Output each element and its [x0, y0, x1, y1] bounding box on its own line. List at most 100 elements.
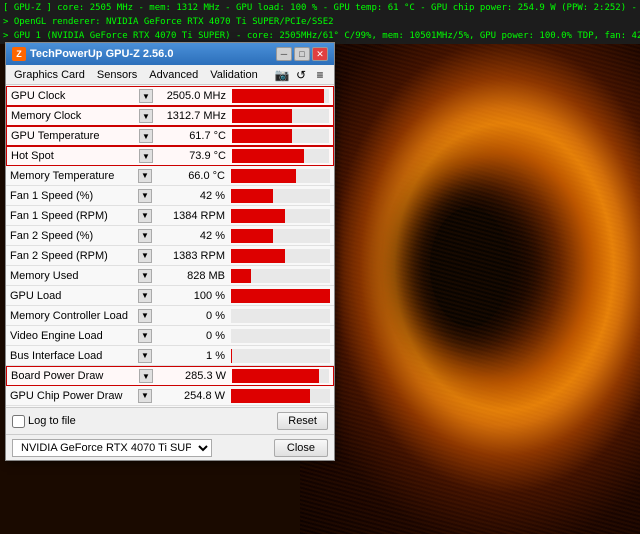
- sensor-name: GPU Chip Power Draw: [8, 390, 138, 402]
- title-bar: Z TechPowerUp GPU-Z 2.56.0 ─ □ ✕: [6, 43, 334, 65]
- menu-validation[interactable]: Validation: [204, 68, 264, 82]
- log-to-file-group: Log to file: [12, 415, 76, 428]
- sensor-bar-container: [231, 249, 330, 263]
- sensor-name: Board Power Draw: [9, 370, 139, 382]
- sensor-value: 42 %: [154, 190, 229, 202]
- camera-icon[interactable]: 📷: [274, 67, 290, 83]
- sensor-row: Memory Controller Load▼0 %: [6, 306, 334, 326]
- minimize-button[interactable]: ─: [276, 47, 292, 61]
- sensor-bar-container: [232, 149, 329, 163]
- sensor-bar-container: [231, 209, 330, 223]
- sensor-row: Fan 1 Speed (%)▼42 %: [6, 186, 334, 206]
- sensor-bar-fill: [231, 229, 273, 243]
- sensor-bar-fill: [232, 149, 304, 163]
- sensors-container: GPU Clock▼2505.0 MHzMemory Clock▼1312.7 …: [6, 85, 334, 407]
- menu-icon-group: 📷 ↺ ≡: [274, 67, 332, 83]
- sensor-row: Fan 2 Speed (%)▼42 %: [6, 226, 334, 246]
- sensor-bar-container: [232, 369, 329, 383]
- log-to-file-label: Log to file: [28, 415, 76, 427]
- sensor-bar-container: [231, 309, 330, 323]
- sensor-dropdown-arrow[interactable]: ▼: [139, 149, 153, 163]
- reset-button[interactable]: Reset: [277, 412, 328, 430]
- gpu-bar: NVIDIA GeForce RTX 4070 Ti SUPER Close: [6, 434, 334, 460]
- main-window: Z TechPowerUp GPU-Z 2.56.0 ─ □ ✕ Graphic…: [5, 42, 335, 461]
- sensor-dropdown-arrow[interactable]: ▼: [138, 329, 152, 343]
- sensor-name: Fan 1 Speed (RPM): [8, 210, 138, 222]
- menu-sensors[interactable]: Sensors: [91, 68, 143, 82]
- sensor-value: 285.3 W: [155, 370, 230, 382]
- log-to-file-checkbox[interactable]: [12, 415, 25, 428]
- window-controls: ─ □ ✕: [276, 47, 328, 61]
- sensor-bar-fill: [231, 189, 273, 203]
- sensor-bar-container: [231, 349, 330, 363]
- sensor-name: Fan 2 Speed (RPM): [8, 250, 138, 262]
- sensor-dropdown-arrow[interactable]: ▼: [138, 229, 152, 243]
- sensor-name: Memory Controller Load: [8, 310, 138, 322]
- menu-advanced[interactable]: Advanced: [143, 68, 204, 82]
- sensor-bar-container: [231, 329, 330, 343]
- title-bar-left: Z TechPowerUp GPU-Z 2.56.0: [12, 47, 173, 61]
- sensor-bar-fill: [231, 289, 330, 303]
- sensor-name: GPU Load: [8, 290, 138, 302]
- sensor-value: 0 %: [154, 330, 229, 342]
- sensor-bar-container: [232, 89, 329, 103]
- sensor-name: Fan 2 Speed (%): [8, 230, 138, 242]
- sensor-bar-fill: [231, 389, 310, 403]
- gpu-selector[interactable]: NVIDIA GeForce RTX 4070 Ti SUPER: [12, 439, 212, 457]
- close-button[interactable]: ✕: [312, 47, 328, 61]
- sensor-value: 828 MB: [154, 270, 229, 282]
- sensor-bar-container: [231, 389, 330, 403]
- app-icon: Z: [12, 47, 26, 61]
- sensor-bar-container: [231, 269, 330, 283]
- sensor-dropdown-arrow[interactable]: ▼: [138, 249, 152, 263]
- sensor-name: Memory Clock: [9, 110, 139, 122]
- sensor-bar-fill: [231, 349, 232, 363]
- sensor-bar-fill: [232, 89, 324, 103]
- sensor-row: GPU Load▼100 %: [6, 286, 334, 306]
- sensor-dropdown-arrow[interactable]: ▼: [139, 129, 153, 143]
- sensor-dropdown-arrow[interactable]: ▼: [138, 169, 152, 183]
- sensor-value: 61.7 °C: [155, 130, 230, 142]
- sensor-dropdown-arrow[interactable]: ▼: [138, 349, 152, 363]
- sensor-dropdown-arrow[interactable]: ▼: [139, 369, 153, 383]
- sensor-name: GPU Clock: [9, 90, 139, 102]
- sensor-dropdown-arrow[interactable]: ▼: [138, 309, 152, 323]
- sensor-row: Memory Clock▼1312.7 MHz: [6, 106, 334, 126]
- sensor-name: Video Engine Load: [8, 330, 138, 342]
- sensor-row: GPU Clock▼2505.0 MHz: [6, 86, 334, 106]
- sensor-dropdown-arrow[interactable]: ▼: [139, 89, 153, 103]
- sensor-bar-fill: [232, 109, 292, 123]
- sensor-dropdown-arrow[interactable]: ▼: [138, 189, 152, 203]
- sensor-name: Memory Temperature: [8, 170, 138, 182]
- sensor-value: 1383 RPM: [154, 250, 229, 262]
- sensor-dropdown-arrow[interactable]: ▼: [138, 269, 152, 283]
- sensor-value: 254.8 W: [154, 390, 229, 402]
- sensor-value: 2505.0 MHz: [155, 90, 230, 102]
- menu-bar: Graphics Card Sensors Advanced Validatio…: [6, 65, 334, 85]
- sensor-dropdown-arrow[interactable]: ▼: [138, 389, 152, 403]
- refresh-icon[interactable]: ↺: [293, 67, 309, 83]
- sensor-row: GPU Temperature▼61.7 °C: [6, 126, 334, 146]
- sensor-bar-fill: [231, 169, 296, 183]
- sensor-bar-fill: [231, 269, 251, 283]
- sensor-row: Board Power Draw▼285.3 W: [6, 366, 334, 386]
- sensor-row: Video Engine Load▼0 %: [6, 326, 334, 346]
- menu-more-icon[interactable]: ≡: [312, 67, 328, 83]
- sensor-value: 0 %: [154, 310, 229, 322]
- maximize-button[interactable]: □: [294, 47, 310, 61]
- menu-graphics-card[interactable]: Graphics Card: [8, 68, 91, 82]
- sensor-name: Bus Interface Load: [8, 350, 138, 362]
- sensor-name: Memory Used: [8, 270, 138, 282]
- sensor-bar-container: [232, 109, 329, 123]
- sensor-bar-fill: [231, 249, 285, 263]
- close-window-button[interactable]: Close: [274, 439, 328, 457]
- sensor-row: Memory Used▼828 MB: [6, 266, 334, 286]
- sensor-row: Hot Spot▼73.9 °C: [6, 146, 334, 166]
- sensor-bar-container: [231, 229, 330, 243]
- sensor-value: 42 %: [154, 230, 229, 242]
- sensor-bar-container: [231, 289, 330, 303]
- sensor-dropdown-arrow[interactable]: ▼: [138, 289, 152, 303]
- sensor-value: 66.0 °C: [154, 170, 229, 182]
- sensor-dropdown-arrow[interactable]: ▼: [139, 109, 153, 123]
- sensor-dropdown-arrow[interactable]: ▼: [138, 209, 152, 223]
